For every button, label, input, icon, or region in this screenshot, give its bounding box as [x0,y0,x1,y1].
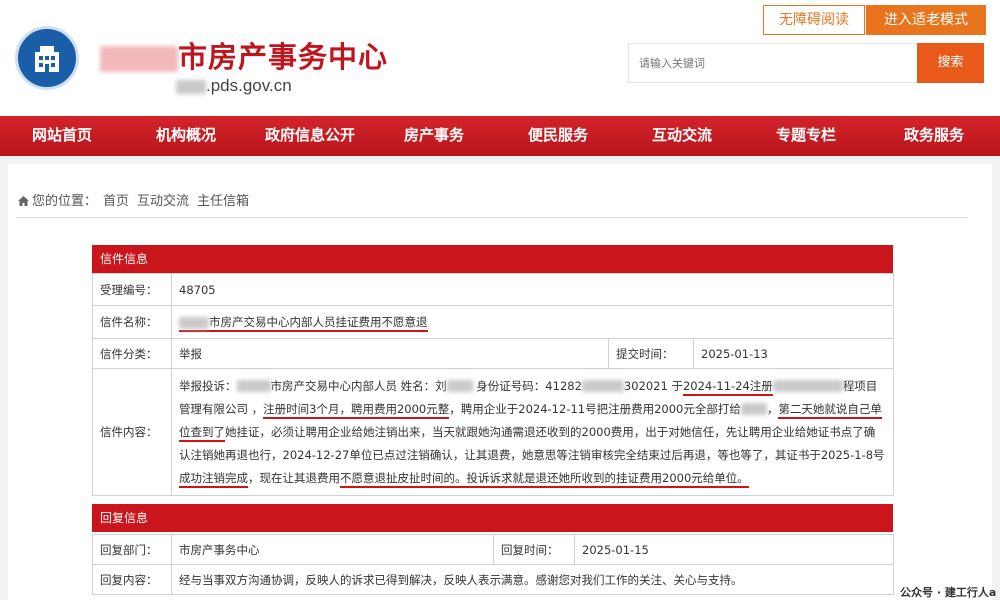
accessibility-button[interactable]: 无障碍阅读 [763,5,865,35]
reply-content-label: 回复内容： [92,564,172,595]
content-seg-3: 身份证号码：41282 [472,378,582,393]
name-value-cell: 市房产交易中心内部人员挂证费用不愿意退 [170,305,895,339]
letter-section-header: 信件信息 [92,245,893,273]
redacted-city-2 [236,380,271,392]
reply-info-table: 回复部门： 市房产事务中心 回复时间： 2025-01-15 回复内容： 经与当… [92,534,894,595]
category-label: 信件分类： [92,338,172,369]
submit-time-label: 提交时间： [608,338,694,369]
site-domain-text: .pds.gov.cn [206,76,292,95]
letter-info-table: 受理编号： 48705 信件名称： 市房产交易中心内部人员挂证费用不愿意退 信件… [92,273,895,496]
site-name: 市房产事务中心 [100,34,388,76]
content-seg-4: 302021 于 [623,378,683,393]
reply-time-value: 2025-01-15 [574,534,894,565]
submit-time-value: 2025-01-13 [692,338,895,369]
redacted-id-number [581,380,624,392]
main-nav: 网站首页 机构概况 政府信息公开 房产事务 便民服务 互动交流 专题专栏 政务服… [0,116,1000,156]
content-highlight-1: 2024-11-24注册 [682,378,773,396]
content-seg-9: ， [766,401,779,416]
content-seg-8: ，聘用企业于2024-12-11号把注册费用2000元全部打给 [449,401,741,416]
name-label: 信件名称： [92,305,172,339]
building-icon [35,46,59,72]
breadcrumb: 您的位置： 首页 互动交流 主任信箱 [18,190,257,209]
nav-item-topics[interactable]: 专题专栏 [744,116,868,156]
nav-item-services[interactable]: 便民服务 [496,116,620,156]
redacted-city-name [100,46,178,72]
site-name-text: 市房产事务中心 [178,40,389,74]
redacted-city [179,316,209,329]
site-logo[interactable] [15,26,79,90]
elder-mode-button[interactable]: 进入适老模式 [866,5,986,35]
redacted-company [772,380,843,392]
home-icon [18,196,29,206]
content-label: 信件内容： [92,368,172,496]
content-seg-13: ，现在让其退费用 [248,470,340,485]
search-input[interactable] [628,43,917,83]
content-seg-11: 她挂证，必须让聘用企业给她注销出来，当天就跟她沟通需退还收到的2000费用，出于… [179,424,885,462]
nav-item-gov-info[interactable]: 政府信息公开 [248,116,372,156]
name-value: 市房产交易中心内部人员挂证费用不愿意退 [209,315,428,329]
name-value-highlight: 市房产交易中心内部人员挂证费用不愿意退 [179,315,428,332]
category-value: 举报 [171,338,609,369]
nav-item-housing[interactable]: 房产事务 [372,116,496,156]
content-value: 举报投诉： 市房产交易中心内部人员 姓名：刘 身份证号码：41282 302021 … [170,368,895,496]
content-seg-1: 举报投诉： [179,378,237,393]
reply-section-header: 回复信息 [92,504,893,532]
breadcrumb-home[interactable]: 首页 [103,194,129,209]
nav-item-interaction[interactable]: 互动交流 [620,116,744,156]
id-label: 受理编号： [92,273,172,306]
content-highlight-5: 不愿意退扯皮扯时间的。投诉诉求就是退还她所收到的挂证费用2000元给单位。 [340,470,749,488]
breadcrumb-mailbox[interactable]: 主任信箱 [197,194,249,209]
id-value: 48705 [170,273,895,306]
nav-item-gov-services[interactable]: 政务服务 [868,116,1000,156]
reply-content-value: 经与当事双方沟通协调，反映人的诉求已得到解决，反映人表示满意。感谢您对我们工作的… [171,564,894,595]
breadcrumb-interaction[interactable]: 互动交流 [137,194,189,209]
redacted-name [446,380,473,392]
content-highlight-2: 注册时间3个月，聘用费用2000元整 [263,401,450,419]
watermark: 公众号 · 建工行人a [900,586,997,599]
reply-dept-value: 市房产事务中心 [171,534,494,565]
redacted-recipient [740,403,767,415]
search-button[interactable]: 搜索 [917,43,984,83]
nav-item-home[interactable]: 网站首页 [0,116,124,156]
content-seg-2: 市房产交易中心内部人员 姓名：刘 [270,378,447,393]
nav-item-about[interactable]: 机构概况 [124,116,248,156]
site-header: 市房产事务中心 .pds.gov.cn 无障碍阅读 进入适老模式 搜索 [0,0,1000,116]
reply-time-label: 回复时间： [493,534,575,565]
content-highlight-4: 成功注销完成 [179,470,248,488]
divider [16,217,968,218]
breadcrumb-prefix: 您的位置： [32,194,98,209]
redacted-domain-prefix [176,79,206,94]
site-domain: .pds.gov.cn [176,76,292,96]
reply-dept-label: 回复部门： [92,534,172,565]
